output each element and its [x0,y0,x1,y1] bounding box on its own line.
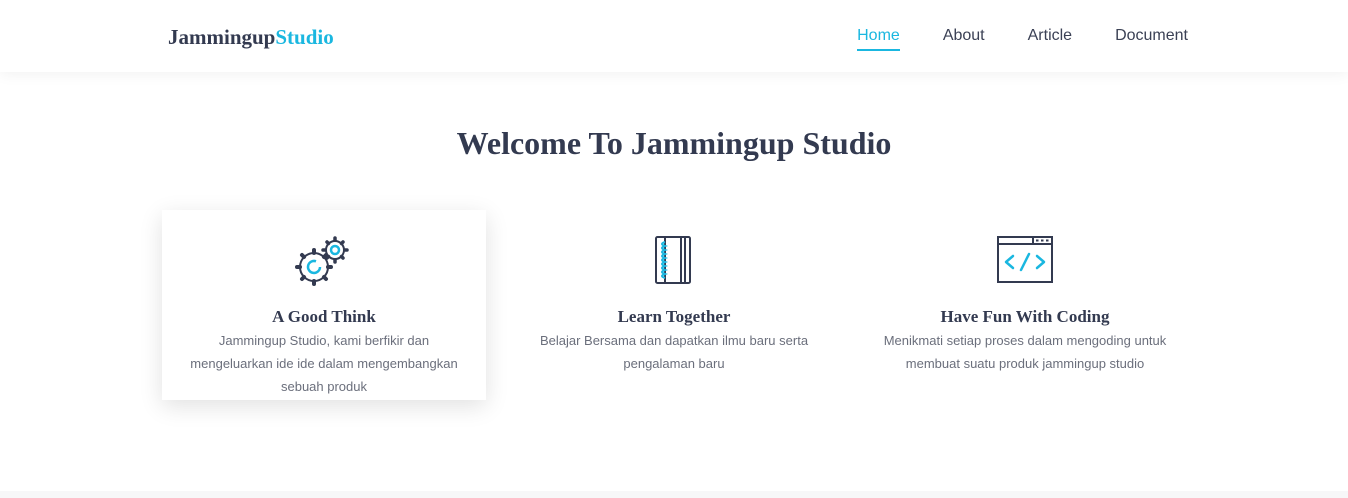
feature-title: A Good Think [272,307,376,326]
feature-card-fun-coding[interactable]: Have Fun With Coding Menikmati setiap pr… [863,210,1187,400]
nav-link-article[interactable]: Article [1028,26,1072,51]
footer-divider [0,491,1348,498]
code-window-icon [997,236,1053,283]
hero-title: Welcome To Jammingup Studio [456,125,892,161]
nav-link-document[interactable]: Document [1115,26,1188,51]
brand-logo[interactable]: JammingupStudio [168,24,334,50]
nav-link-about[interactable]: About [943,26,985,51]
nav-menu: Home About Article Document [814,26,1188,51]
feature-card-learn-together[interactable]: Learn Together Belajar Bersama dan dapat… [512,210,836,400]
feature-title: Have Fun With Coding [940,307,1110,326]
gears-icon [295,236,349,286]
feature-title: Learn Together [617,307,731,326]
navbar: JammingupStudio Home About Article Docum… [0,0,1348,72]
feature-description: Jammingup Studio, kami berfikir dan meng… [190,333,458,394]
feature-description: Belajar Bersama dan dapatkan ilmu baru s… [539,333,809,371]
notebook-icon [655,236,691,284]
feature-description: Menikmati setiap proses dalam mengoding … [883,333,1167,371]
nav-link-home[interactable]: Home [857,26,900,51]
feature-card-good-think[interactable]: A Good Think Jammingup Studio, kami berf… [162,210,486,400]
brand-name-accent: Studio [275,25,334,49]
brand-name-main: Jammingup [168,25,276,49]
